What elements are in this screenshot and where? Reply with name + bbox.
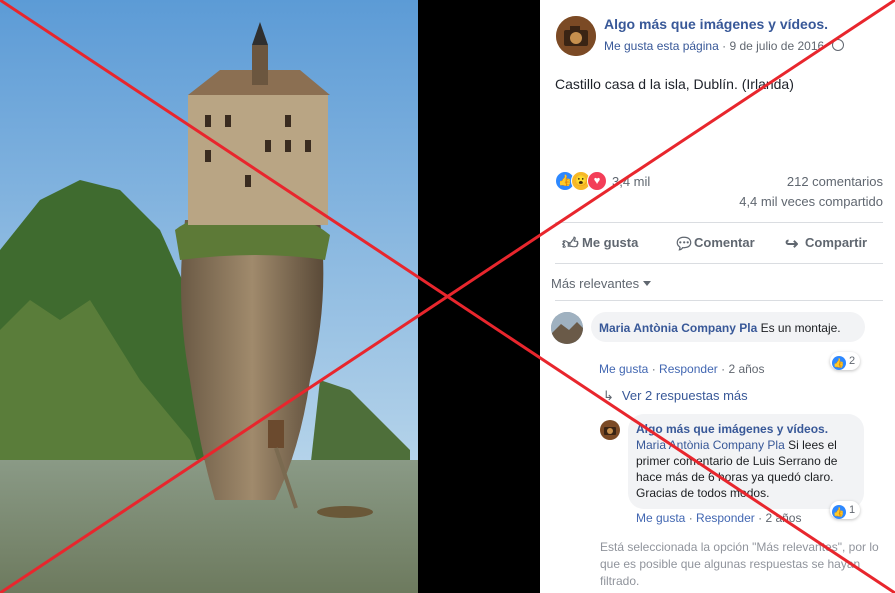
- reply-avatar[interactable]: [600, 420, 620, 440]
- camera-avatar-icon: [600, 420, 620, 440]
- comment-icon: 💬︎: [674, 236, 695, 253]
- filter-note: Está seleccionada la opción "Más relevan…: [600, 540, 879, 588]
- like-reaction-icon: 👍: [832, 505, 846, 519]
- divider-bottom: [555, 263, 883, 264]
- share-button-label: Compartir: [805, 235, 868, 250]
- comment-button-label: Comentar: [694, 235, 755, 250]
- comments-count[interactable]: 212 comentarios: [730, 174, 883, 189]
- divider-top: [555, 222, 883, 223]
- comment-filter-label: Más relevantes: [551, 276, 640, 291]
- camera-avatar-icon: [556, 16, 596, 56]
- comment-button[interactable]: 💬︎Comentar: [674, 233, 755, 253]
- reply-reply-link[interactable]: Responder: [696, 511, 755, 525]
- share-icon: ↪: [785, 236, 799, 253]
- reply-time[interactable]: 2 años: [765, 511, 801, 525]
- castle-on-rock-image: [0, 0, 418, 593]
- reaction-count[interactable]: 3,4 mil: [612, 174, 650, 189]
- reply-reaction-badge[interactable]: 👍 1: [830, 501, 861, 519]
- reply-arrow-icon: ↳: [603, 388, 614, 403]
- view-more-replies-link[interactable]: ↳ Ver 2 respuestas más: [603, 388, 748, 404]
- chevron-down-icon: [643, 281, 652, 286]
- comment-filter-dropdown[interactable]: Más relevantes: [551, 276, 652, 291]
- like-button-label: Me gusta: [582, 235, 639, 250]
- comment-like-link[interactable]: Me gusta: [599, 362, 648, 376]
- page-name[interactable]: Algo más que imágenes y vídeos.: [604, 16, 828, 32]
- comment-actions: Me gusta · Responder · 2 años: [599, 362, 764, 376]
- page-like-link[interactable]: Me gusta esta página: [604, 39, 719, 53]
- action-separator: ·: [688, 511, 693, 525]
- comment-reaction-badge[interactable]: 👍 2: [830, 352, 861, 370]
- share-button[interactable]: ↪ Compartir: [785, 233, 867, 253]
- like-reaction-icon: 👍: [832, 356, 846, 370]
- love-reaction-icon: ♥: [587, 171, 607, 191]
- divider-comments: [555, 300, 883, 301]
- shares-count[interactable]: 4,4 mil veces compartido: [700, 194, 883, 209]
- black-divider: [418, 0, 540, 593]
- globe-icon: [831, 39, 844, 51]
- reply-actions: Me gusta · Responder · 2 años: [636, 511, 801, 525]
- post-photo[interactable]: [0, 0, 418, 593]
- post-meta: Me gusta esta página · 9 de julio de 201…: [604, 39, 844, 53]
- view-more-replies-label: Ver 2 respuestas más: [621, 388, 748, 403]
- commenter-avatar[interactable]: [551, 312, 583, 344]
- comment-author[interactable]: Maria Antònia Company Pla: [599, 321, 757, 335]
- reply-mention[interactable]: Maria Antònia Company Pla: [636, 438, 785, 452]
- like-button[interactable]: 👍︎ Me gusta: [562, 233, 638, 253]
- reply-bubble: Algo más que imágenes y vídeos. Maria An…: [628, 414, 864, 509]
- comment-time[interactable]: 2 años: [728, 362, 764, 376]
- post-date[interactable]: 9 de julio de 2016: [729, 39, 824, 53]
- reply-reaction-count: 1: [849, 504, 856, 516]
- post-text: Castillo casa d la isla, Dublín. (Irland…: [555, 76, 794, 92]
- thumb-icon: 👍︎: [562, 236, 579, 253]
- reply-author[interactable]: Algo más que imágenes y vídeos.: [636, 421, 855, 437]
- action-separator: ·: [758, 511, 763, 525]
- action-separator: ·: [651, 362, 656, 376]
- meta-separator: ·: [722, 39, 727, 53]
- comment-text: Es un montaje.: [760, 321, 841, 335]
- reply-like-link[interactable]: Me gusta: [636, 511, 685, 525]
- action-separator: ·: [721, 362, 726, 376]
- page-avatar[interactable]: [556, 16, 596, 56]
- comment-bubble: Maria Antònia Company Pla Es un montaje.: [591, 312, 865, 342]
- comment-reaction-count: 2: [849, 355, 856, 367]
- comment-reply-link[interactable]: Responder: [659, 362, 718, 376]
- landscape-avatar-icon: [551, 312, 583, 344]
